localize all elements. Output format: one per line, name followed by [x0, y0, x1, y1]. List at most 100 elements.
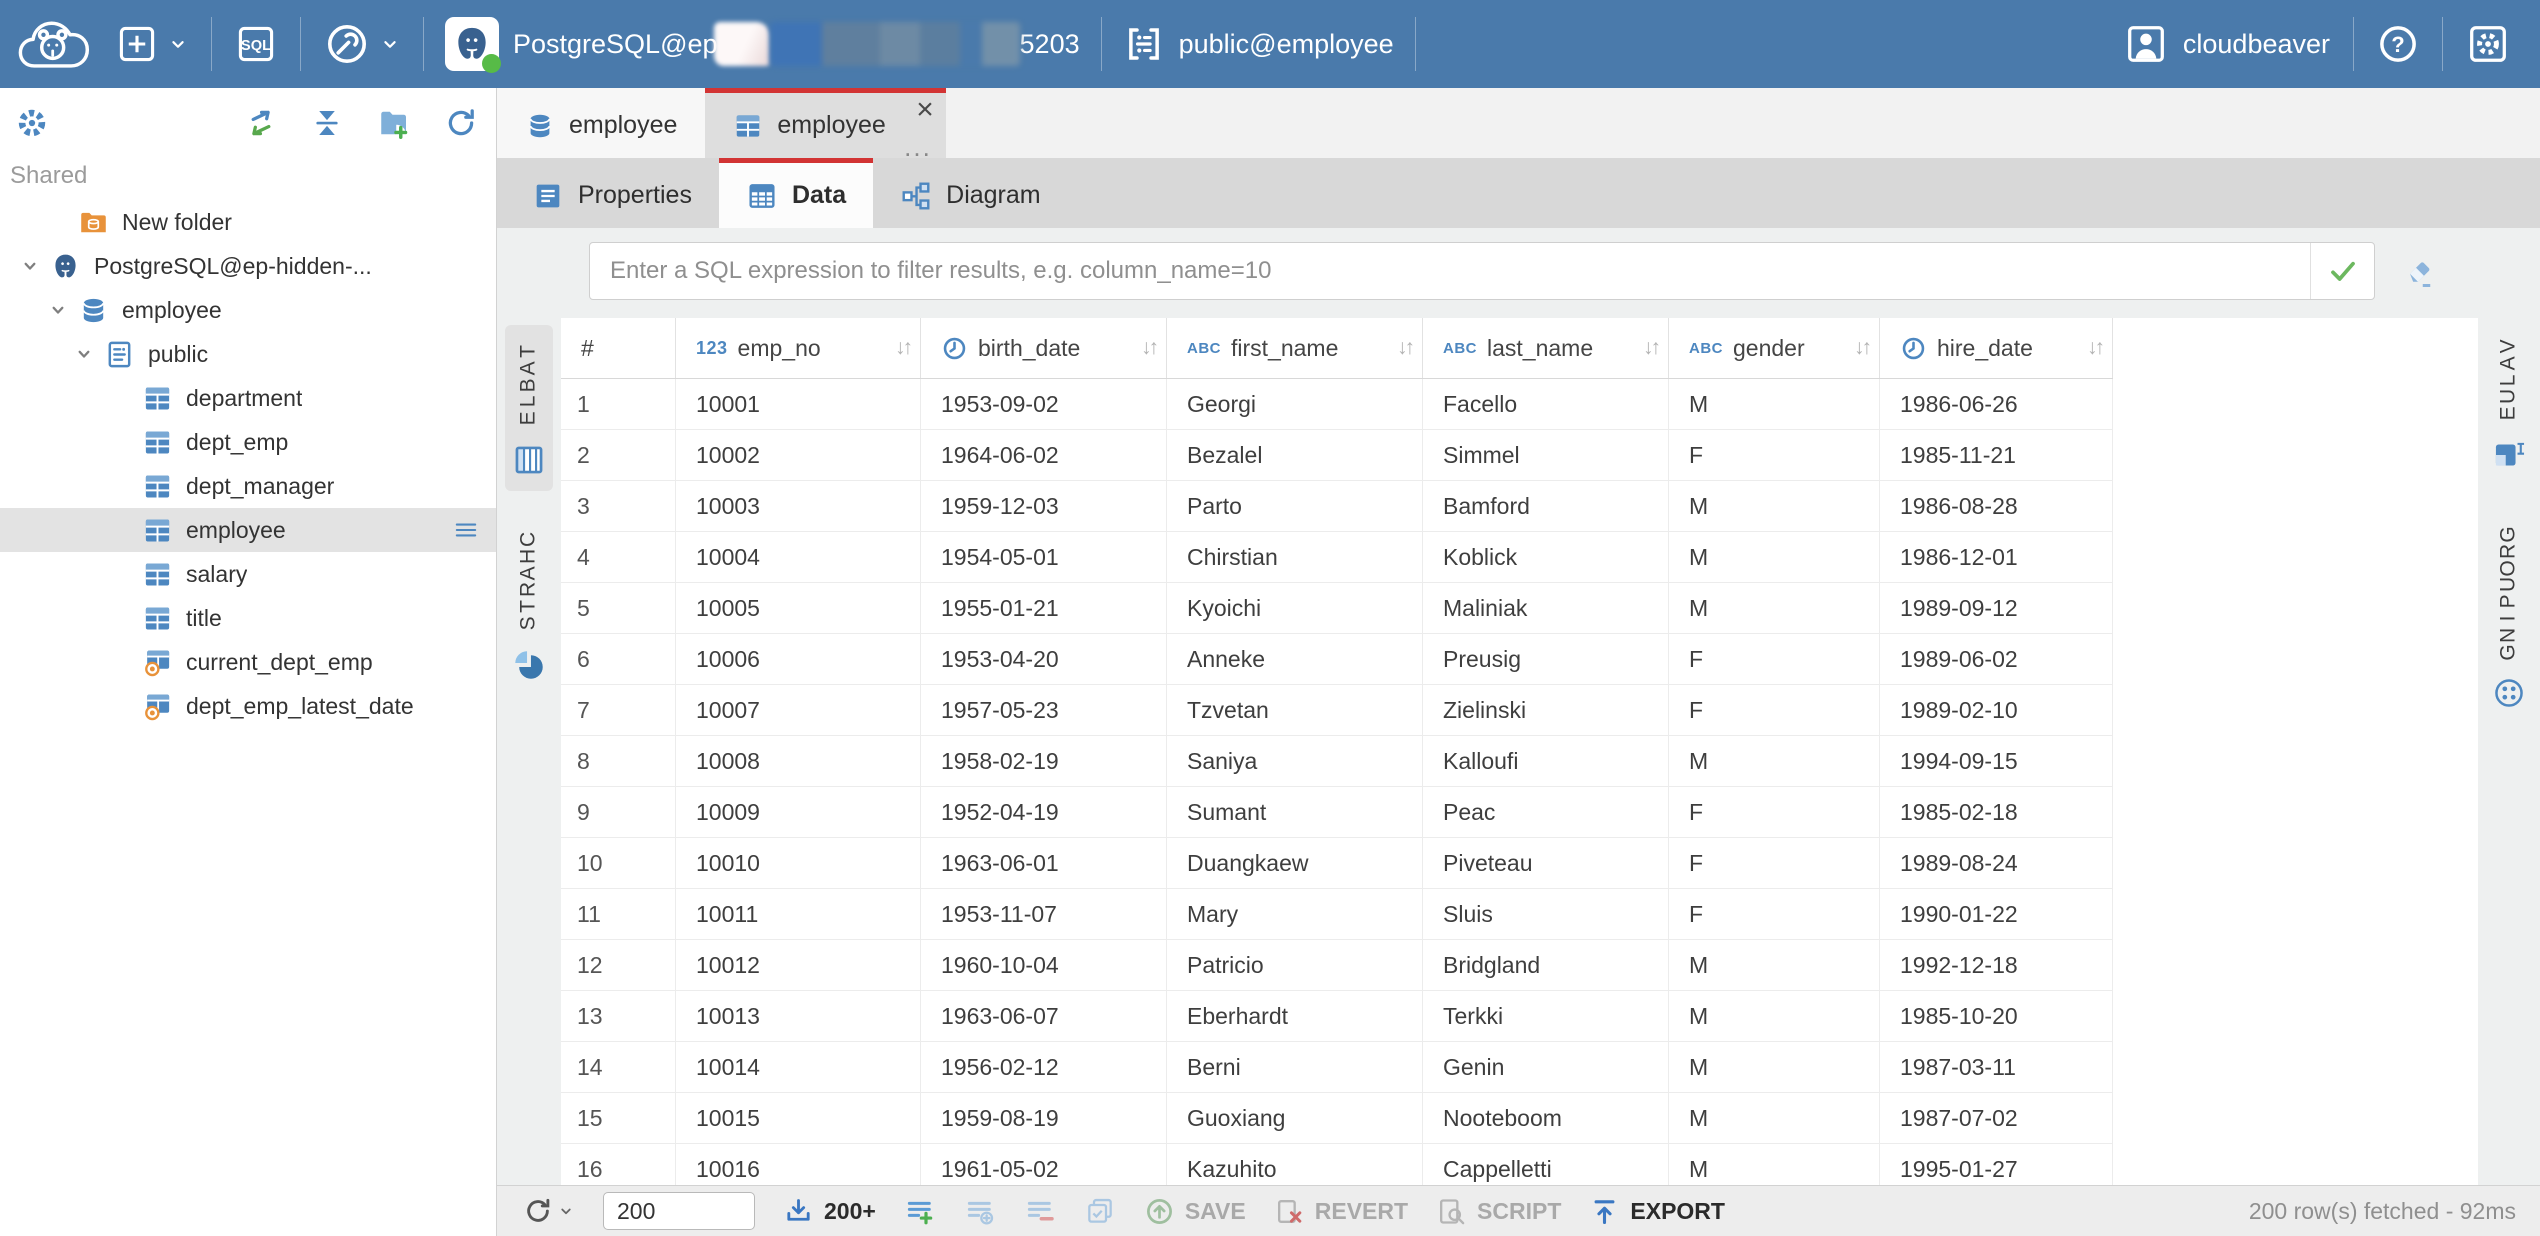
sidebar-item-dept-manager[interactable]: dept_manager: [0, 464, 496, 508]
cell-gender[interactable]: M: [1669, 1144, 1880, 1185]
cell-emp_no[interactable]: 10009: [676, 787, 921, 837]
driver-tools-button[interactable]: [310, 12, 414, 76]
column-header-gender[interactable]: ABCgender↓↑: [1669, 318, 1880, 378]
cell-last_name[interactable]: Piveteau: [1423, 838, 1669, 888]
save-button[interactable]: SAVE: [1144, 1196, 1246, 1227]
refresh-data-button[interactable]: [523, 1196, 575, 1226]
cell-birth_date[interactable]: 1960-10-04: [921, 940, 1167, 990]
cell-first_name[interactable]: Mary: [1167, 889, 1423, 939]
sort-toggle-icon[interactable]: ↓↑: [1383, 336, 1412, 360]
tab-charts-presentation[interactable]: CHARTS: [505, 513, 553, 696]
column-header-birth_date[interactable]: birth_date↓↑: [921, 318, 1167, 378]
sidebar-item-current-dept-emp[interactable]: current_dept_emp: [0, 640, 496, 684]
cell-gender[interactable]: F: [1669, 838, 1880, 888]
cell-first_name[interactable]: Tzvetan: [1167, 685, 1423, 735]
script-button[interactable]: SCRIPT: [1436, 1196, 1561, 1227]
sort-toggle-icon[interactable]: ↓↑: [2073, 336, 2102, 360]
revert-button[interactable]: REVERT: [1274, 1196, 1408, 1227]
sidebar-item-postgresql-ep-hidden[interactable]: PostgreSQL@ep-hidden-...: [0, 244, 496, 288]
cell-hire_date[interactable]: 1990-01-22: [1880, 889, 2113, 939]
cell-last_name[interactable]: Preusig: [1423, 634, 1669, 684]
row-number-cell[interactable]: 3: [561, 481, 676, 531]
row-number-cell[interactable]: 5: [561, 583, 676, 633]
cell-emp_no[interactable]: 10008: [676, 736, 921, 786]
cell-birth_date[interactable]: 1952-04-19: [921, 787, 1167, 837]
cell-last_name[interactable]: Simmel: [1423, 430, 1669, 480]
cell-gender[interactable]: M: [1669, 940, 1880, 990]
cell-first_name[interactable]: Chirstian: [1167, 532, 1423, 582]
cell-hire_date[interactable]: 1985-11-21: [1880, 430, 2113, 480]
sidebar-item-dept-emp[interactable]: dept_emp: [0, 420, 496, 464]
user-menu[interactable]: cloudbeaver: [2109, 21, 2344, 67]
settings-button[interactable]: [2452, 12, 2524, 76]
cell-hire_date[interactable]: 1995-01-27: [1880, 1144, 2113, 1185]
cell-emp_no[interactable]: 10002: [676, 430, 921, 480]
cell-birth_date[interactable]: 1958-02-19: [921, 736, 1167, 786]
export-button[interactable]: EXPORT: [1589, 1196, 1725, 1227]
sync-navigator-icon[interactable]: [244, 106, 278, 140]
cell-hire_date[interactable]: 1992-12-18: [1880, 940, 2113, 990]
sort-toggle-icon[interactable]: ↓↑: [1840, 336, 1869, 360]
cell-birth_date[interactable]: 1954-05-01: [921, 532, 1167, 582]
cell-birth_date[interactable]: 1957-05-23: [921, 685, 1167, 735]
cell-gender[interactable]: M: [1669, 991, 1880, 1041]
column-header-hire_date[interactable]: hire_date↓↑: [1880, 318, 2113, 378]
sidebar-item-public[interactable]: public: [0, 332, 496, 376]
cell-hire_date[interactable]: 1985-10-20: [1880, 991, 2113, 1041]
collapse-all-icon[interactable]: [310, 106, 344, 140]
cell-emp_no[interactable]: 10011: [676, 889, 921, 939]
tab-value-panel[interactable]: VALUE: [2485, 320, 2533, 486]
row-number-cell[interactable]: 11: [561, 889, 676, 939]
sidebar-item-title[interactable]: title: [0, 596, 496, 640]
cell-hire_date[interactable]: 1989-08-24: [1880, 838, 2113, 888]
cell-birth_date[interactable]: 1955-01-21: [921, 583, 1167, 633]
tab-data[interactable]: Data: [719, 158, 873, 228]
cell-last_name[interactable]: Kalloufi: [1423, 736, 1669, 786]
cell-gender[interactable]: F: [1669, 787, 1880, 837]
sidebar-item-employee[interactable]: employee: [0, 288, 496, 332]
row-number-cell[interactable]: 8: [561, 736, 676, 786]
cell-last_name[interactable]: Facello: [1423, 379, 1669, 429]
cell-gender[interactable]: M: [1669, 583, 1880, 633]
cell-birth_date[interactable]: 1964-06-02: [921, 430, 1167, 480]
sidebar-item-dept-emp-latest-date[interactable]: dept_emp_latest_date: [0, 684, 496, 728]
add-row-icon[interactable]: [904, 1195, 936, 1227]
cell-gender[interactable]: F: [1669, 430, 1880, 480]
column-header-last_name[interactable]: ABClast_name↓↑: [1423, 318, 1669, 378]
row-number-header[interactable]: #: [561, 318, 676, 378]
cell-hire_date[interactable]: 1989-09-12: [1880, 583, 2113, 633]
refresh-tree-icon[interactable]: [444, 106, 478, 140]
cell-first_name[interactable]: Patricio: [1167, 940, 1423, 990]
sql-filter-input[interactable]: [590, 243, 2310, 299]
cell-emp_no[interactable]: 10005: [676, 583, 921, 633]
cell-first_name[interactable]: Kyoichi: [1167, 583, 1423, 633]
navigator-settings-icon[interactable]: [14, 105, 50, 141]
sql-editor-button[interactable]: SQL: [221, 12, 291, 76]
tab-grouping-panel[interactable]: GROUPING: [2485, 508, 2533, 724]
chevron-down-icon[interactable]: [44, 297, 78, 323]
cell-hire_date[interactable]: 1986-08-28: [1880, 481, 2113, 531]
cell-emp_no[interactable]: 10012: [676, 940, 921, 990]
row-number-cell[interactable]: 16: [561, 1144, 676, 1185]
new-connection-button[interactable]: [102, 12, 202, 76]
row-number-cell[interactable]: 15: [561, 1093, 676, 1143]
cell-emp_no[interactable]: 10013: [676, 991, 921, 1041]
tab-properties[interactable]: Properties: [505, 158, 719, 228]
sort-toggle-icon[interactable]: ↓↑: [1629, 336, 1658, 360]
row-number-cell[interactable]: 7: [561, 685, 676, 735]
cell-first_name[interactable]: Anneke: [1167, 634, 1423, 684]
tab-diagram[interactable]: Diagram: [873, 158, 1067, 228]
tab-employee-database[interactable]: employee: [497, 88, 705, 158]
cell-gender[interactable]: M: [1669, 532, 1880, 582]
cell-gender[interactable]: M: [1669, 1042, 1880, 1092]
cell-last_name[interactable]: Genin: [1423, 1042, 1669, 1092]
row-number-cell[interactable]: 4: [561, 532, 676, 582]
cell-hire_date[interactable]: 1986-12-01: [1880, 532, 2113, 582]
cell-first_name[interactable]: Georgi: [1167, 379, 1423, 429]
help-button[interactable]: ?: [2363, 12, 2433, 76]
cell-hire_date[interactable]: 1989-02-10: [1880, 685, 2113, 735]
row-number-cell[interactable]: 13: [561, 991, 676, 1041]
cell-emp_no[interactable]: 10014: [676, 1042, 921, 1092]
fetch-more-button[interactable]: 200+: [783, 1196, 876, 1227]
tab-more-icon[interactable]: ...: [904, 134, 932, 160]
